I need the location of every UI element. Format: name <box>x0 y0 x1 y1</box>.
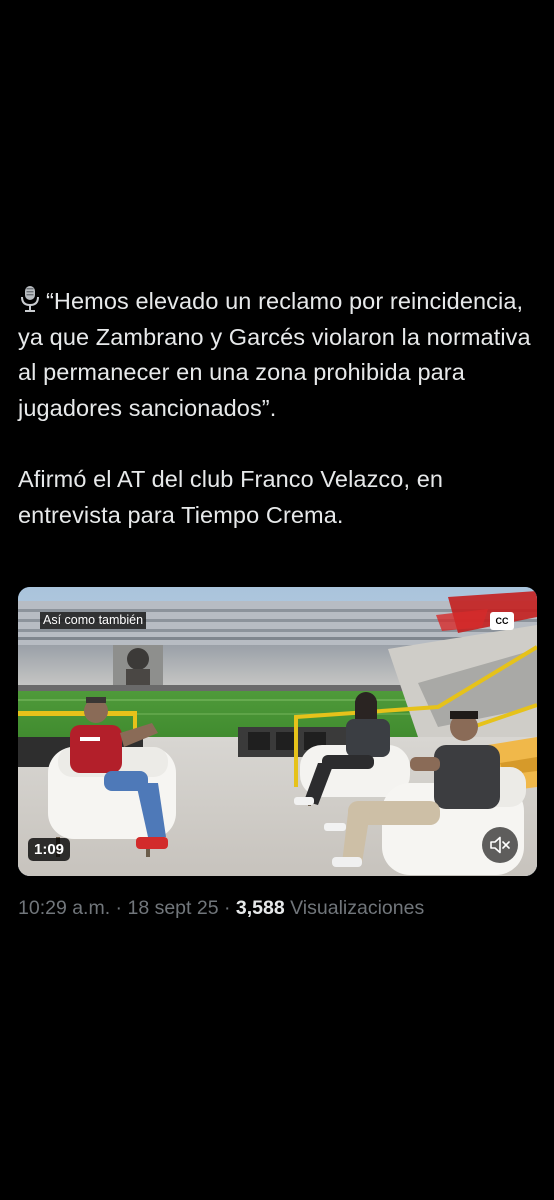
meta-separator: · <box>218 897 236 919</box>
views-count: 3,588 <box>235 897 285 919</box>
quote-paragraph: “Hemos elevado un reclamo por reincidenc… <box>18 284 538 426</box>
video-player[interactable]: Así como también CC 1:09 <box>18 587 537 876</box>
meta-separator: · <box>110 897 128 919</box>
tweet-time[interactable]: 10:29 a.m. <box>18 897 110 919</box>
tweet-meta: 10:29 a.m. · 18 sept 25 · 3,588 Visualiz… <box>18 897 424 920</box>
closed-captions-icon[interactable]: CC <box>490 612 514 630</box>
video-duration-badge: 1:09 <box>28 838 71 861</box>
tweet-text: “Hemos elevado un reclamo por reincidenc… <box>18 284 538 533</box>
speaker-muted-icon <box>490 836 510 854</box>
quote-text: “Hemos elevado un reclamo por reincidenc… <box>18 288 531 421</box>
caption-chip: Así como también <box>40 612 147 629</box>
attribution-paragraph: Afirmó el AT del club Franco Velazco, en… <box>18 466 444 528</box>
video-frame <box>18 587 537 876</box>
studio-microphone-icon <box>21 286 39 312</box>
views-label: Visualizaciones <box>284 897 425 919</box>
tweet-date[interactable]: 18 sept 25 <box>127 897 218 919</box>
mute-button[interactable] <box>482 827 518 863</box>
